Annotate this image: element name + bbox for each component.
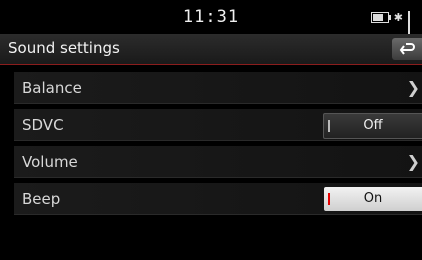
page-title: Sound settings — [8, 39, 120, 57]
signal-icon — [408, 11, 420, 41]
chevron-right-icon: ❯ — [406, 152, 420, 171]
title-bar: Sound settings — [0, 34, 422, 65]
setting-row-balance[interactable]: Balance ❯ — [14, 72, 422, 104]
back-button[interactable] — [392, 38, 422, 60]
status-icons: ✱ — [370, 10, 420, 41]
setting-label: Beep — [22, 190, 61, 208]
setting-row-volume[interactable]: Volume ❯ — [14, 146, 422, 178]
setting-label: Balance — [22, 79, 82, 97]
sdvc-toggle[interactable]: Off — [323, 113, 422, 139]
bluetooth-icon: ✱ — [393, 10, 403, 24]
setting-row-beep[interactable]: Beep On — [14, 183, 422, 215]
beep-toggle[interactable]: On — [324, 187, 422, 211]
settings-list: Balance ❯ SDVC Off Volume ❯ Beep On — [0, 72, 422, 220]
setting-label: Volume — [22, 153, 78, 171]
setting-label: SDVC — [22, 116, 64, 134]
toggle-value: Off — [363, 118, 383, 133]
status-bar: 11:31 ✱ — [0, 0, 422, 41]
battery-icon — [370, 11, 391, 23]
setting-row-sdvc[interactable]: SDVC Off — [14, 109, 422, 141]
chevron-right-icon: ❯ — [406, 78, 420, 97]
clock: 11:31 — [182, 7, 240, 27]
toggle-value: On — [363, 191, 383, 206]
back-arrow-icon — [399, 43, 415, 55]
